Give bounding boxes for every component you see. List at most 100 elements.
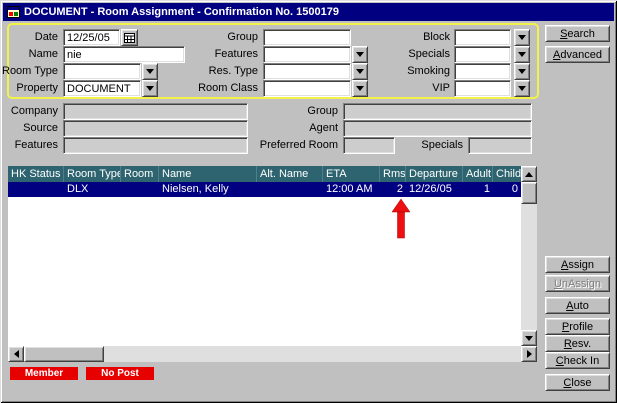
scroll-up-button[interactable] xyxy=(521,166,537,182)
cell-eta: 12:00 AM xyxy=(323,182,380,197)
room-class-label: Room Class xyxy=(195,82,258,95)
scroll-left-button[interactable] xyxy=(8,346,24,362)
cell-adult: 1 xyxy=(463,182,493,197)
room-class-dropdown-button[interactable] xyxy=(352,80,368,97)
column-header-alt-name[interactable]: Alt. Name xyxy=(257,166,323,182)
specials-input[interactable] xyxy=(454,46,511,63)
block-input[interactable] xyxy=(454,29,511,46)
preferred-room-field xyxy=(343,137,395,154)
name-input[interactable] xyxy=(63,46,185,63)
preferred-room-label: Preferred Room xyxy=(258,139,338,152)
res-type-input[interactable] xyxy=(263,63,351,80)
title-bar[interactable]: DOCUMENT - Room Assignment - Confirmatio… xyxy=(3,3,614,21)
specials-dropdown-button[interactable] xyxy=(514,46,530,63)
arrow-up-icon xyxy=(525,172,533,177)
cell-child: 0 xyxy=(493,182,521,197)
agent-field xyxy=(343,120,532,137)
res-type-dropdown-button[interactable] xyxy=(352,63,368,80)
dropdown-arrow-icon xyxy=(356,52,364,57)
vertical-scroll-thumb[interactable] xyxy=(521,182,537,204)
column-header-child[interactable]: Child xyxy=(493,166,521,182)
details-features-label: Features xyxy=(2,139,58,152)
agent-label: Agent xyxy=(258,122,338,135)
member-badge: Member xyxy=(10,367,78,380)
property-label: Property xyxy=(2,82,58,95)
profile-button[interactable]: Profile xyxy=(545,318,610,335)
property-dropdown-button[interactable] xyxy=(142,80,158,97)
vip-dropdown-button[interactable] xyxy=(514,80,530,97)
column-header-name[interactable]: Name xyxy=(159,166,257,182)
features-dropdown-button[interactable] xyxy=(352,46,368,63)
res-type-label: Res. Type xyxy=(195,65,258,78)
column-header-room[interactable]: Room xyxy=(121,166,159,182)
vip-label: VIP xyxy=(390,82,450,95)
group-input[interactable] xyxy=(263,29,351,46)
dropdown-arrow-icon xyxy=(518,52,526,57)
resv-button[interactable]: Resv. xyxy=(545,335,610,352)
cell-alt-name xyxy=(257,182,323,197)
room-assignment-window: DOCUMENT - Room Assignment - Confirmatio… xyxy=(0,0,617,403)
close-button[interactable]: Close xyxy=(545,374,610,391)
window-title: DOCUMENT - Room Assignment - Confirmatio… xyxy=(24,6,339,18)
dropdown-arrow-icon xyxy=(518,35,526,40)
details-specials-label: Specials xyxy=(398,139,463,152)
details-features-field xyxy=(63,137,248,154)
smoking-dropdown-button[interactable] xyxy=(514,63,530,80)
auto-button[interactable]: Auto xyxy=(545,297,610,314)
horizontal-scroll-thumb[interactable] xyxy=(24,346,104,362)
details-group-label: Group xyxy=(258,105,338,118)
results-table-body: DLX Nielsen, Kelly 12:00 AM 2 12/26/05 1… xyxy=(8,182,521,346)
horizontal-scrollbar[interactable] xyxy=(8,346,537,362)
date-label: Date xyxy=(2,31,58,44)
arrow-right-icon xyxy=(527,350,532,358)
cell-room-type: DLX xyxy=(64,182,121,197)
property-input[interactable] xyxy=(63,80,141,97)
block-dropdown-button[interactable] xyxy=(514,29,530,46)
date-input[interactable] xyxy=(63,29,120,46)
arrow-down-icon xyxy=(525,336,533,341)
group-label: Group xyxy=(195,31,258,44)
room-type-input[interactable] xyxy=(63,63,141,80)
details-specials-field xyxy=(468,137,532,154)
room-type-label: Room Type xyxy=(2,65,58,78)
company-label: Company xyxy=(2,105,58,118)
block-label: Block xyxy=(390,31,450,44)
unassign-button[interactable]: UnAssign xyxy=(545,275,610,292)
calendar-icon xyxy=(124,33,135,43)
cell-room xyxy=(121,182,159,197)
calendar-button[interactable] xyxy=(121,29,138,46)
column-header-rms[interactable]: Rms xyxy=(380,166,406,182)
column-header-departure[interactable]: Departure xyxy=(406,166,463,182)
advanced-button[interactable]: Advanced xyxy=(545,46,610,63)
smoking-input[interactable] xyxy=(454,63,511,80)
cell-departure: 12/26/05 xyxy=(406,182,463,197)
check-in-button[interactable]: Check In xyxy=(545,352,610,369)
arrow-left-icon xyxy=(14,350,19,358)
column-header-eta[interactable]: ETA xyxy=(323,166,380,182)
features-input[interactable] xyxy=(263,46,351,63)
vertical-scrollbar[interactable] xyxy=(521,166,537,346)
dropdown-arrow-icon xyxy=(146,86,154,91)
smoking-label: Smoking xyxy=(390,65,450,78)
column-header-room-type[interactable]: Room Type xyxy=(64,166,121,182)
dropdown-arrow-icon xyxy=(518,69,526,74)
dropdown-arrow-icon xyxy=(146,69,154,74)
room-class-input[interactable] xyxy=(263,80,351,97)
table-row-selected[interactable]: DLX Nielsen, Kelly 12:00 AM 2 12/26/05 1… xyxy=(8,182,521,197)
company-field xyxy=(63,103,248,120)
room-type-dropdown-button[interactable] xyxy=(142,63,158,80)
app-icon xyxy=(7,6,20,18)
dropdown-arrow-icon xyxy=(356,86,364,91)
cell-name: Nielsen, Kelly xyxy=(159,182,257,197)
assign-button[interactable]: Assign xyxy=(545,256,610,273)
search-button[interactable]: Search xyxy=(545,25,610,42)
cell-hk-status xyxy=(8,182,64,197)
scroll-right-button[interactable] xyxy=(521,346,537,362)
vip-input[interactable] xyxy=(454,80,511,97)
column-header-adult[interactable]: Adult xyxy=(463,166,493,182)
scroll-down-button[interactable] xyxy=(521,330,537,346)
column-header-hk-status[interactable]: HK Status xyxy=(8,166,64,182)
no-post-badge: No Post xyxy=(86,367,154,380)
source-label: Source xyxy=(2,122,58,135)
details-group-field xyxy=(343,103,532,120)
